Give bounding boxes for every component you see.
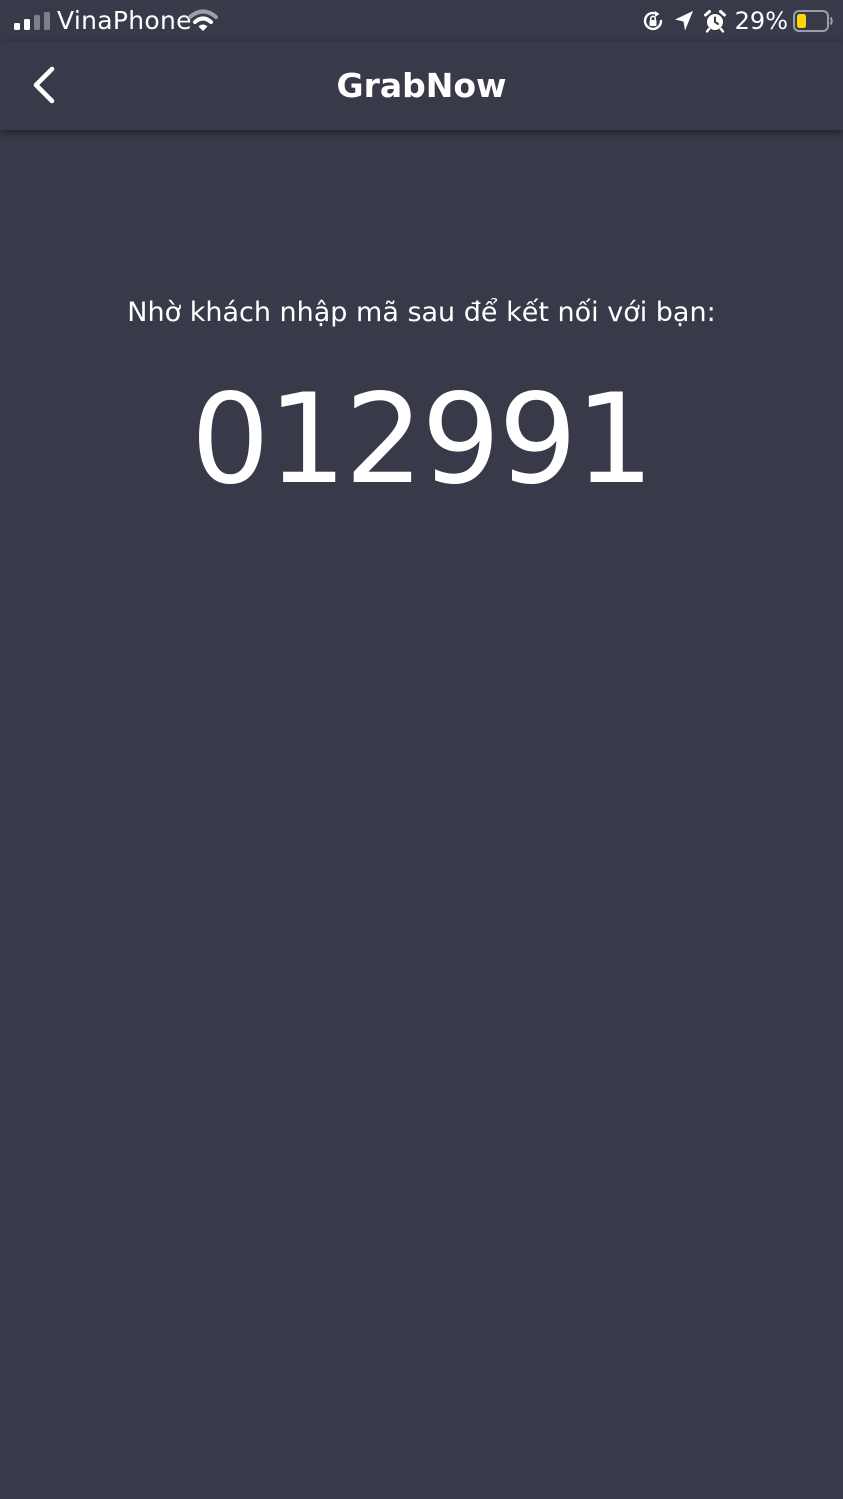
- page-title: GrabNow: [336, 66, 507, 105]
- status-bar: VinaPhone 29%: [0, 0, 843, 42]
- status-indicators: 29%: [641, 6, 833, 36]
- battery-percent: 29%: [734, 7, 788, 35]
- instruction-text: Nhờ khách nhập mã sau để kết nối với bạn…: [127, 297, 716, 328]
- battery-icon: [793, 10, 833, 32]
- wifi-icon: [188, 9, 218, 31]
- signal-icon: [14, 12, 50, 30]
- alarm-icon: [703, 10, 726, 33]
- orientation-lock-icon: [643, 11, 662, 31]
- carrier-name: VinaPhone: [57, 6, 192, 35]
- nav-bar: GrabNow: [0, 42, 843, 130]
- connection-code: 012991: [190, 368, 654, 512]
- location-arrow-icon: [674, 11, 693, 31]
